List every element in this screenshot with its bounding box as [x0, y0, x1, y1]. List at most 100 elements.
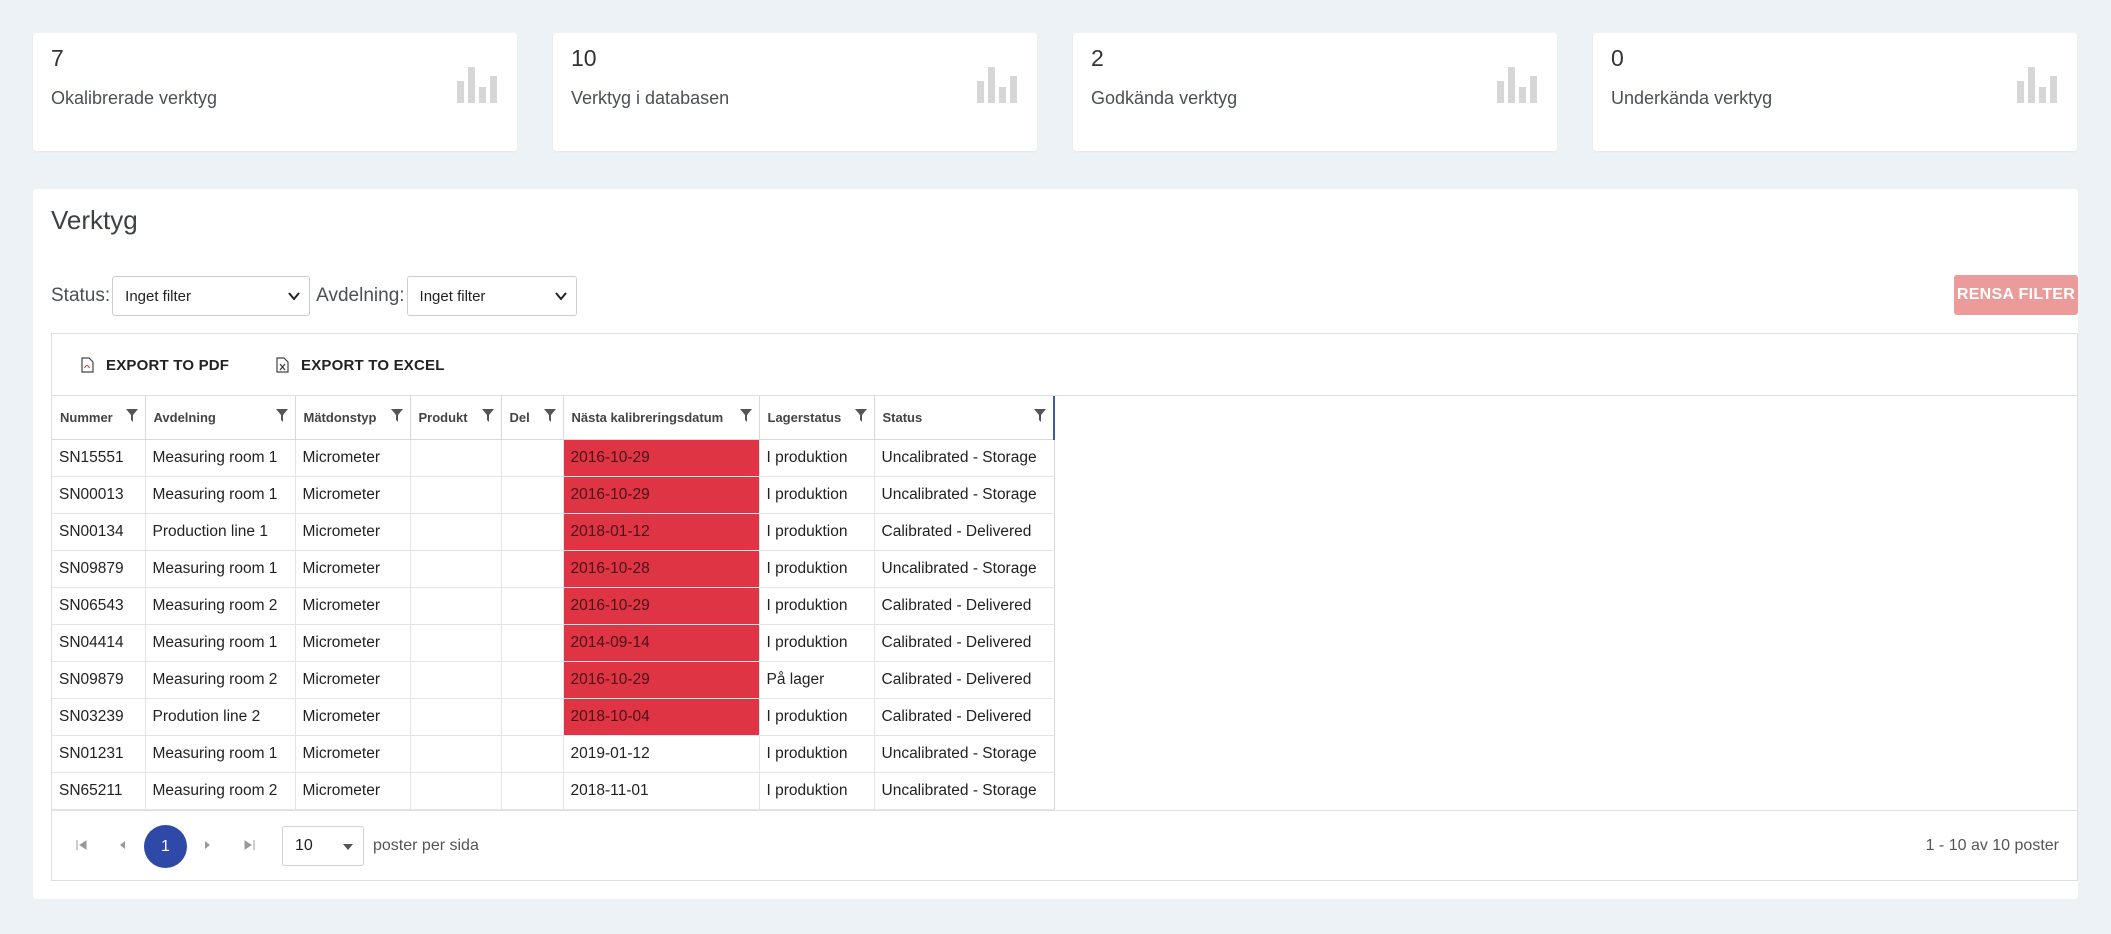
page-size-select[interactable]: 10 — [282, 826, 364, 866]
cell-matdonstyp: Micrometer — [295, 772, 411, 810]
filter-icon[interactable] — [1034, 409, 1046, 422]
excel-file-icon — [276, 357, 289, 373]
cell-lagerstatus: I produktion — [759, 513, 875, 551]
last-page-icon[interactable] — [243, 840, 255, 850]
cell-lagerstatus: I produktion — [759, 550, 875, 588]
cell-matdonstyp: Micrometer — [295, 513, 411, 551]
filter-icon[interactable] — [390, 409, 403, 422]
tools-grid: EXPORT TO PDF EXPORT TO EXCEL Nummer Avd… — [51, 333, 2078, 881]
cell-nummer: SN06543 — [52, 587, 146, 625]
pager: 1 10 poster per sida 1 - 10 av 10 poster — [52, 810, 2077, 880]
column-header-kalibreringsdatum[interactable]: Nästa kalibreringsdatum — [563, 396, 760, 440]
filter-icon[interactable] — [481, 409, 494, 422]
stats-row: 7 Okalibrerade verktyg 10 Verktyg i data… — [33, 33, 2078, 151]
stat-value: 0 — [1611, 45, 1624, 71]
cell-lagerstatus: I produktion — [759, 772, 875, 810]
stat-card-rejected: 0 Underkända verktyg — [1593, 33, 2077, 151]
cell-produkt — [410, 587, 502, 625]
table-row[interactable]: SN00013 Measuring room 1 Micrometer 2016-10… — [52, 476, 1055, 514]
page-size-value: 10 — [295, 837, 313, 854]
column-header-status[interactable]: Status — [874, 396, 1055, 440]
cell-del — [501, 661, 564, 699]
cell-avdelning: Measuring room 1 — [145, 476, 296, 514]
cell-avdelning: Production line 1 — [145, 513, 296, 551]
table-row[interactable]: SN65211 Measuring room 2 Micrometer 2018-11… — [52, 772, 1055, 810]
filter-icon[interactable] — [543, 409, 556, 422]
previous-page-icon[interactable] — [118, 840, 126, 850]
cell-matdonstyp: Micrometer — [295, 698, 411, 736]
table-header-row: Nummer Avdelning Mätdonstyp Produkt Del … — [52, 396, 1055, 440]
cell-del — [501, 439, 564, 477]
bar-chart-icon — [1497, 67, 1537, 103]
tools-panel: Verktyg Status: Inget filter Avdelning: … — [33, 189, 2078, 899]
cell-kalibreringsdatum: 2016-10-29 — [563, 661, 760, 699]
stat-label: Underkända verktyg — [1611, 88, 1773, 108]
column-header-del[interactable]: Del — [501, 396, 564, 440]
cell-del — [501, 698, 564, 736]
cell-produkt — [410, 735, 502, 773]
cell-del — [501, 513, 564, 551]
stat-label: Okalibrerade verktyg — [51, 88, 218, 108]
cell-status: Uncalibrated - Storage — [874, 439, 1055, 477]
table-row[interactable]: SN15551 Measuring room 1 Micrometer 2016-10… — [52, 439, 1055, 477]
column-header-label: Mätdonstyp — [303, 409, 377, 425]
cell-status: Calibrated - Delivered — [874, 587, 1055, 625]
cell-kalibreringsdatum: 2018-11-01 — [563, 772, 760, 810]
cell-status: Calibrated - Delivered — [874, 624, 1055, 662]
column-header-label: Nummer — [60, 409, 113, 425]
table-row[interactable]: SN00134 Production line 1 Micrometer 2018-0… — [52, 513, 1055, 551]
cell-produkt — [410, 661, 502, 699]
stat-value: 7 — [51, 45, 64, 71]
status-filter-value: Inget filter — [125, 287, 192, 305]
stat-card-uncalibrated: 7 Okalibrerade verktyg — [33, 33, 517, 151]
column-header-produkt[interactable]: Produkt — [410, 396, 502, 440]
cell-kalibreringsdatum: 2019-01-12 — [563, 735, 760, 773]
export-excel-button[interactable]: EXPORT TO EXCEL — [276, 353, 445, 377]
cell-lagerstatus: I produktion — [759, 698, 875, 736]
column-header-label: Del — [509, 409, 530, 425]
column-header-matdonstyp[interactable]: Mätdonstyp — [295, 396, 411, 440]
cell-matdonstyp: Micrometer — [295, 661, 411, 699]
next-page-icon[interactable] — [204, 840, 212, 850]
table-row[interactable]: SN01231 Measuring room 1 Micrometer 2019-01… — [52, 735, 1055, 773]
table-row[interactable]: SN06543 Measuring room 2 Micrometer 2016-10… — [52, 587, 1055, 625]
bar-chart-icon — [2017, 67, 2057, 103]
cell-produkt — [410, 624, 502, 662]
cell-nummer: SN01231 — [52, 735, 146, 773]
cell-del — [501, 550, 564, 588]
avdelning-filter-label: Avdelning: — [316, 285, 405, 306]
grid-toolbar: EXPORT TO PDF EXPORT TO EXCEL — [52, 334, 2077, 396]
filter-icon[interactable] — [854, 409, 867, 422]
clear-filter-button[interactable]: RENSA FILTER — [1954, 275, 2078, 315]
cell-nummer: SN65211 — [52, 772, 146, 810]
cell-del — [501, 735, 564, 773]
filter-icon[interactable] — [275, 409, 288, 422]
cell-matdonstyp: Micrometer — [295, 439, 411, 477]
filter-icon[interactable] — [125, 409, 138, 422]
cell-kalibreringsdatum: 2018-01-12 — [563, 513, 760, 551]
table-row[interactable]: SN03239 Prodution line 2 Micrometer 2018-10… — [52, 698, 1055, 736]
cell-nummer: SN15551 — [52, 439, 146, 477]
column-header-nummer[interactable]: Nummer — [52, 396, 146, 440]
table-row[interactable]: SN09879 Measuring room 1 Micrometer 2016-10… — [52, 550, 1055, 588]
column-header-lagerstatus[interactable]: Lagerstatus — [759, 396, 875, 440]
caret-down-icon — [343, 844, 353, 850]
table-row[interactable]: SN04414 Measuring room 1 Micrometer 2014-09… — [52, 624, 1055, 662]
status-filter-label: Status: — [51, 285, 111, 306]
export-pdf-button[interactable]: EXPORT TO PDF — [81, 353, 229, 377]
column-header-avdelning[interactable]: Avdelning — [145, 396, 296, 440]
cell-avdelning: Measuring room 1 — [145, 735, 296, 773]
panel-title: Verktyg — [51, 205, 138, 235]
first-page-icon[interactable] — [76, 840, 88, 850]
cell-avdelning: Measuring room 2 — [145, 661, 296, 699]
cell-status: Uncalibrated - Storage — [874, 772, 1055, 810]
cell-nummer: SN09879 — [52, 550, 146, 588]
stat-label: Godkända verktyg — [1091, 88, 1238, 108]
status-filter-select[interactable]: Inget filter — [112, 276, 311, 316]
current-page-button[interactable]: 1 — [144, 825, 187, 868]
cell-nummer: SN09879 — [52, 661, 146, 699]
filter-icon[interactable] — [739, 409, 752, 422]
table-row[interactable]: SN09879 Measuring room 2 Micrometer 2016-10… — [52, 661, 1055, 699]
avdelning-filter-select[interactable]: Inget filter — [406, 276, 577, 316]
cell-nummer: SN00134 — [52, 513, 146, 551]
